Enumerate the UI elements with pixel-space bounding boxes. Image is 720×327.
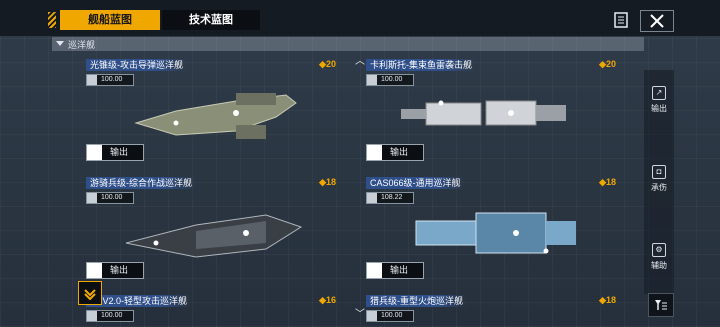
ship-card[interactable]: 卡利斯托-集束鱼雷袭击舰 ◆20 100.00 输出: [366, 59, 616, 171]
export-button[interactable]: 输出: [366, 144, 424, 161]
ship-name: 猎兵级-重型火炮巡洋舰: [366, 295, 467, 307]
ship-score: ◆20: [319, 59, 336, 69]
chevron-down-icon[interactable]: ﹀: [355, 305, 365, 320]
tab-tech-blueprint[interactable]: 技术蓝图: [162, 10, 260, 30]
tab-ship-blueprint[interactable]: 舰船蓝图: [60, 10, 160, 30]
close-button[interactable]: [640, 10, 674, 32]
chevron-up-icon[interactable]: ︿: [355, 52, 365, 67]
sort-filter-button[interactable]: [648, 293, 674, 317]
tab-stripe-decoration: [48, 12, 56, 28]
ship-card[interactable]: 游骑兵级-综合作战巡洋舰 ◆18 100.00 输出: [86, 177, 336, 289]
close-icon: [650, 14, 664, 28]
collapse-triangle-icon: [56, 41, 64, 46]
export-button[interactable]: 输出: [86, 262, 144, 279]
category-label: 巡洋舰: [68, 40, 96, 50]
arrow-out-icon: ↗: [652, 86, 666, 100]
ship-name: 游骑兵级-综合作战巡洋舰: [86, 177, 196, 189]
ship-card[interactable]: CAS066级-通用巡洋舰 ◆18 108.22 输出: [366, 177, 616, 289]
sort-filter-icon: [655, 300, 667, 310]
tag-icon: [87, 75, 97, 85]
role-tank-item[interactable]: ◘ 承伤: [644, 165, 674, 193]
document-icon: [614, 12, 628, 28]
tag-icon: [367, 193, 377, 203]
role-export-label: 输出: [651, 104, 667, 113]
ship-image: [401, 100, 566, 126]
ship-value-tag: 100.00: [366, 310, 414, 322]
ship-name: 光锥级-攻击导弹巡洋舰: [86, 59, 187, 71]
shield-icon: ◘: [652, 165, 666, 179]
gear-icon: ⚙: [652, 243, 666, 257]
category-header[interactable]: [52, 37, 644, 51]
ship-score: ◆20: [599, 59, 616, 69]
ship-name: CAS066级-通用巡洋舰: [366, 177, 465, 189]
ship-card[interactable]: 猎兵级-重型火炮巡洋舰 ◆18 100.00: [366, 295, 616, 327]
tag-icon: [87, 311, 97, 321]
ship-score: ◆16: [319, 295, 336, 305]
role-export-item[interactable]: ↗ 输出: [644, 86, 674, 114]
arrow-out-icon: [87, 145, 102, 160]
arrow-out-icon: [367, 145, 382, 160]
ship-name: 卡利斯托-集束鱼雷袭击舰: [366, 59, 476, 71]
ship-value-tag: 100.00: [86, 310, 134, 322]
export-button[interactable]: 输出: [366, 262, 424, 279]
arrow-out-icon: [367, 263, 382, 278]
ship-image: [125, 214, 303, 258]
export-button[interactable]: 输出: [86, 144, 144, 161]
role-tank-label: 承伤: [651, 183, 667, 192]
chevron-rank-icon: [84, 289, 96, 300]
tag-icon: [367, 75, 377, 85]
ship-card[interactable]: CPV2.0-轻型攻击巡洋舰 ◆16 100.00: [86, 295, 336, 327]
rank-badge[interactable]: [78, 281, 102, 305]
tag-icon: [87, 193, 97, 203]
role-support-label: 辅助: [651, 261, 667, 270]
arrow-out-icon: [87, 263, 102, 278]
tag-icon: [367, 311, 377, 321]
document-button[interactable]: [610, 9, 632, 31]
ship-image: [134, 93, 297, 139]
ship-score: ◆18: [599, 177, 616, 187]
ship-card[interactable]: 光锥级-攻击导弹巡洋舰 ◆20 100.00 输出: [86, 59, 336, 171]
ship-score: ◆18: [319, 177, 336, 187]
ship-image: [415, 212, 576, 254]
ship-score: ◆18: [599, 295, 616, 305]
role-support-item[interactable]: ⚙ 辅助: [644, 243, 674, 271]
